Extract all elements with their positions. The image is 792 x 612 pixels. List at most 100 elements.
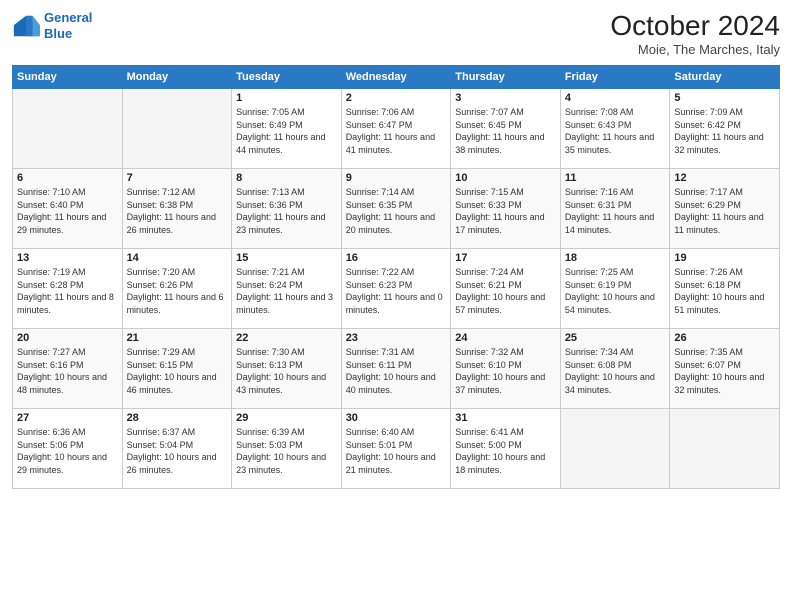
- calendar-cell: 19 Sunrise: 7:26 AMSunset: 6:18 PMDayligh…: [670, 249, 780, 329]
- calendar-cell: [122, 89, 232, 169]
- day-info: Sunrise: 7:24 AMSunset: 6:21 PMDaylight:…: [455, 266, 556, 316]
- calendar-cell: 20 Sunrise: 7:27 AMSunset: 6:16 PMDayligh…: [13, 329, 123, 409]
- calendar-week-3: 13 Sunrise: 7:19 AMSunset: 6:28 PMDayligh…: [13, 249, 780, 329]
- calendar-cell: 14 Sunrise: 7:20 AMSunset: 6:26 PMDayligh…: [122, 249, 232, 329]
- day-info: Sunrise: 7:27 AMSunset: 6:16 PMDaylight:…: [17, 346, 118, 396]
- day-info: Sunrise: 6:36 AMSunset: 5:06 PMDaylight:…: [17, 426, 118, 476]
- weekday-header-row: SundayMondayTuesdayWednesdayThursdayFrid…: [13, 66, 780, 89]
- day-info: Sunrise: 7:25 AMSunset: 6:19 PMDaylight:…: [565, 266, 666, 316]
- day-info: Sunrise: 7:09 AMSunset: 6:42 PMDaylight:…: [674, 106, 775, 156]
- day-info: Sunrise: 7:30 AMSunset: 6:13 PMDaylight:…: [236, 346, 337, 396]
- calendar-cell: 21 Sunrise: 7:29 AMSunset: 6:15 PMDayligh…: [122, 329, 232, 409]
- calendar-cell: 31Sunrise: 6:41 AMSunset: 5:00 PMDayligh…: [451, 409, 561, 489]
- day-number: 13: [17, 252, 118, 264]
- day-info: Sunrise: 7:22 AMSunset: 6:23 PMDaylight:…: [346, 266, 447, 316]
- calendar-cell: 16 Sunrise: 7:22 AMSunset: 6:23 PMDayligh…: [341, 249, 451, 329]
- weekday-header-sunday: Sunday: [13, 66, 123, 89]
- day-info: Sunrise: 6:39 AMSunset: 5:03 PMDaylight:…: [236, 426, 337, 476]
- calendar-cell: 29 Sunrise: 6:39 AMSunset: 5:03 PMDayligh…: [232, 409, 342, 489]
- calendar-cell: [560, 409, 670, 489]
- day-number: 21: [127, 332, 228, 344]
- day-number: 4: [565, 92, 666, 104]
- day-number: 12: [674, 172, 775, 184]
- calendar-cell: 2 Sunrise: 7:06 AMSunset: 6:47 PMDaylight…: [341, 89, 451, 169]
- day-number: 28: [127, 412, 228, 424]
- calendar-cell: 6Sunrise: 7:10 AMSunset: 6:40 PMDaylight…: [13, 169, 123, 249]
- calendar-cell: 26 Sunrise: 7:35 AMSunset: 6:07 PMDayligh…: [670, 329, 780, 409]
- calendar-cell: 28 Sunrise: 6:37 AMSunset: 5:04 PMDayligh…: [122, 409, 232, 489]
- day-number: 19: [674, 252, 775, 264]
- calendar-week-4: 20 Sunrise: 7:27 AMSunset: 6:16 PMDayligh…: [13, 329, 780, 409]
- day-number: 14: [127, 252, 228, 264]
- day-number: 26: [674, 332, 775, 344]
- day-number: 17: [455, 252, 556, 264]
- day-number: 5: [674, 92, 775, 104]
- calendar-cell: 10Sunrise: 7:15 AMSunset: 6:33 PMDayligh…: [451, 169, 561, 249]
- day-number: 15: [236, 252, 337, 264]
- logo-icon: [12, 12, 40, 40]
- day-number: 11: [565, 172, 666, 184]
- logo: General Blue: [12, 10, 92, 41]
- calendar-cell: 11 Sunrise: 7:16 AMSunset: 6:31 PMDayligh…: [560, 169, 670, 249]
- day-info: Sunrise: 7:21 AMSunset: 6:24 PMDaylight:…: [236, 266, 337, 316]
- day-number: 2: [346, 92, 447, 104]
- day-number: 25: [565, 332, 666, 344]
- day-number: 18: [565, 252, 666, 264]
- day-info: Sunrise: 7:07 AMSunset: 6:45 PMDaylight:…: [455, 106, 556, 156]
- day-info: Sunrise: 7:08 AMSunset: 6:43 PMDaylight:…: [565, 106, 666, 156]
- header: General Blue October 2024 Moie, The Marc…: [12, 10, 780, 57]
- calendar-cell: [13, 89, 123, 169]
- calendar-week-1: 1Sunrise: 7:05 AMSunset: 6:49 PMDaylight…: [13, 89, 780, 169]
- day-number: 30: [346, 412, 447, 424]
- calendar-cell: 5 Sunrise: 7:09 AMSunset: 6:42 PMDaylight…: [670, 89, 780, 169]
- calendar-cell: 27 Sunrise: 6:36 AMSunset: 5:06 PMDayligh…: [13, 409, 123, 489]
- day-info: Sunrise: 7:29 AMSunset: 6:15 PMDaylight:…: [127, 346, 228, 396]
- day-info: Sunrise: 7:17 AMSunset: 6:29 PMDaylight:…: [674, 186, 775, 236]
- day-number: 22: [236, 332, 337, 344]
- day-info: Sunrise: 7:06 AMSunset: 6:47 PMDaylight:…: [346, 106, 447, 156]
- day-info: Sunrise: 7:12 AMSunset: 6:38 PMDaylight:…: [127, 186, 228, 236]
- day-info: Sunrise: 7:13 AMSunset: 6:36 PMDaylight:…: [236, 186, 337, 236]
- day-number: 7: [127, 172, 228, 184]
- weekday-header-tuesday: Tuesday: [232, 66, 342, 89]
- calendar-cell: 12 Sunrise: 7:17 AMSunset: 6:29 PMDayligh…: [670, 169, 780, 249]
- day-info: Sunrise: 7:10 AMSunset: 6:40 PMDaylight:…: [17, 186, 118, 236]
- calendar-cell: 7 Sunrise: 7:12 AMSunset: 6:38 PMDaylight…: [122, 169, 232, 249]
- day-info: Sunrise: 7:14 AMSunset: 6:35 PMDaylight:…: [346, 186, 447, 236]
- day-info: Sunrise: 6:37 AMSunset: 5:04 PMDaylight:…: [127, 426, 228, 476]
- title-area: October 2024 Moie, The Marches, Italy: [610, 10, 780, 57]
- location: Moie, The Marches, Italy: [610, 42, 780, 57]
- calendar-cell: 25 Sunrise: 7:34 AMSunset: 6:08 PMDayligh…: [560, 329, 670, 409]
- calendar-cell: 23Sunrise: 7:31 AMSunset: 6:11 PMDayligh…: [341, 329, 451, 409]
- day-info: Sunrise: 7:34 AMSunset: 6:08 PMDaylight:…: [565, 346, 666, 396]
- weekday-header-monday: Monday: [122, 66, 232, 89]
- day-info: Sunrise: 6:41 AMSunset: 5:00 PMDaylight:…: [455, 426, 556, 476]
- calendar-cell: 1Sunrise: 7:05 AMSunset: 6:49 PMDaylight…: [232, 89, 342, 169]
- day-info: Sunrise: 7:20 AMSunset: 6:26 PMDaylight:…: [127, 266, 228, 316]
- day-info: Sunrise: 7:32 AMSunset: 6:10 PMDaylight:…: [455, 346, 556, 396]
- day-number: 9: [346, 172, 447, 184]
- day-number: 3: [455, 92, 556, 104]
- day-info: Sunrise: 7:19 AMSunset: 6:28 PMDaylight:…: [17, 266, 118, 316]
- day-info: Sunrise: 6:40 AMSunset: 5:01 PMDaylight:…: [346, 426, 447, 476]
- day-info: Sunrise: 7:15 AMSunset: 6:33 PMDaylight:…: [455, 186, 556, 236]
- calendar-cell: 13 Sunrise: 7:19 AMSunset: 6:28 PMDayligh…: [13, 249, 123, 329]
- logo-general: General: [44, 10, 92, 25]
- day-number: 20: [17, 332, 118, 344]
- day-number: 27: [17, 412, 118, 424]
- weekday-header-friday: Friday: [560, 66, 670, 89]
- day-info: Sunrise: 7:16 AMSunset: 6:31 PMDaylight:…: [565, 186, 666, 236]
- day-number: 24: [455, 332, 556, 344]
- calendar-cell: 4 Sunrise: 7:08 AMSunset: 6:43 PMDaylight…: [560, 89, 670, 169]
- calendar-cell: 30 Sunrise: 6:40 AMSunset: 5:01 PMDayligh…: [341, 409, 451, 489]
- day-number: 29: [236, 412, 337, 424]
- weekday-header-saturday: Saturday: [670, 66, 780, 89]
- calendar-cell: 3 Sunrise: 7:07 AMSunset: 6:45 PMDaylight…: [451, 89, 561, 169]
- day-number: 16: [346, 252, 447, 264]
- calendar-cell: 15 Sunrise: 7:21 AMSunset: 6:24 PMDayligh…: [232, 249, 342, 329]
- page: General Blue October 2024 Moie, The Marc…: [0, 0, 792, 612]
- calendar-cell: 8Sunrise: 7:13 AMSunset: 6:36 PMDaylight…: [232, 169, 342, 249]
- day-number: 1: [236, 92, 337, 104]
- day-info: Sunrise: 7:35 AMSunset: 6:07 PMDaylight:…: [674, 346, 775, 396]
- day-info: Sunrise: 7:26 AMSunset: 6:18 PMDaylight:…: [674, 266, 775, 316]
